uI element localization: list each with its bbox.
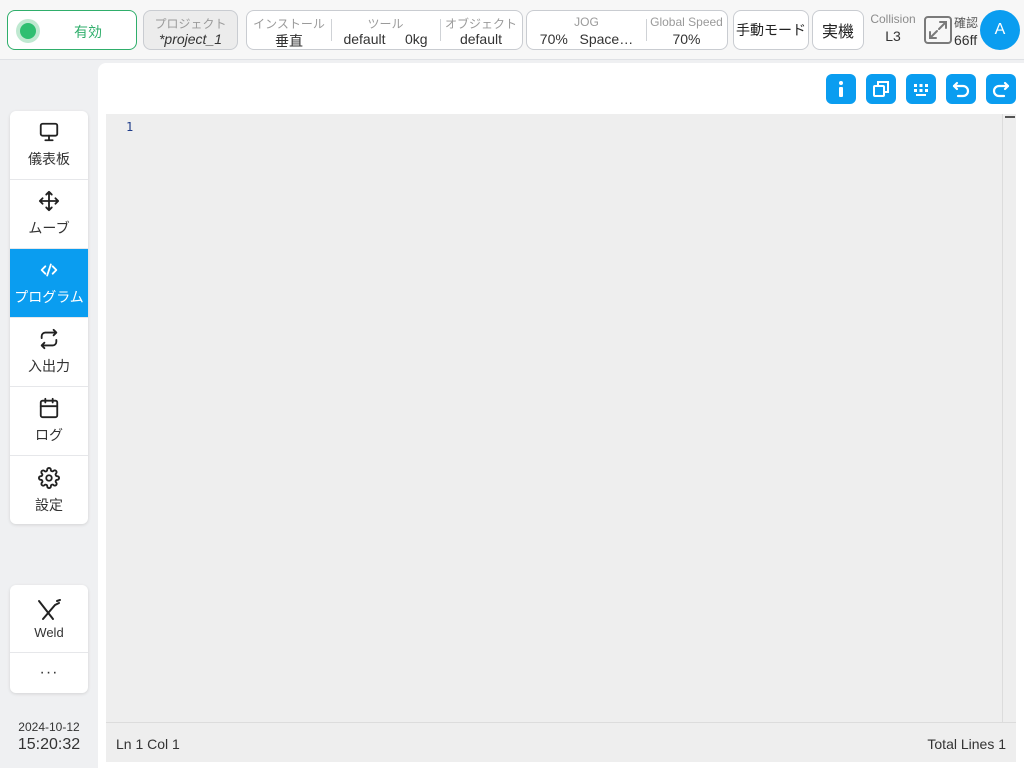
object-value: default xyxy=(459,31,503,47)
clock-time: 15:20:32 xyxy=(17,736,81,753)
info-button[interactable] xyxy=(826,74,856,104)
sidebar-item-log[interactable]: ログ xyxy=(10,387,88,456)
confirm-caption: 確認 xyxy=(954,16,979,30)
weld-label: Weld xyxy=(34,625,64,640)
vertical-scrollbar[interactable] xyxy=(1002,114,1016,722)
sidebar-item-program[interactable]: プログラム xyxy=(10,249,88,318)
collision-level[interactable]: Collision L3 xyxy=(867,12,919,44)
avatar[interactable]: A xyxy=(980,10,1020,50)
install-caption: インストール xyxy=(253,17,325,31)
move-arrows-icon xyxy=(38,190,60,212)
keyboard-button[interactable] xyxy=(906,74,936,104)
redo-icon xyxy=(992,81,1010,98)
sidebar-item-label: ログ xyxy=(35,427,63,443)
cursor-position: Ln 1 Col 1 xyxy=(116,736,180,752)
confirm-info: 確認 66ff xyxy=(954,14,978,48)
weld-torch-icon xyxy=(38,599,61,620)
tool-weight: 0kg xyxy=(404,31,428,47)
install-tool-object-group: インストール 垂直 ツール default 0kg オブジェクト default xyxy=(246,10,523,50)
system-clock: 2024-10-12 15:20:32 xyxy=(10,720,88,754)
editor-status-bar: Ln 1 Col 1 Total Lines 1 xyxy=(106,722,1016,762)
enable-label: 有効 xyxy=(74,24,102,40)
global-speed-value: 70% xyxy=(672,31,701,47)
undo-icon xyxy=(952,81,970,98)
jog-caption: JOG xyxy=(574,15,599,29)
collision-value: L3 xyxy=(885,28,901,44)
real-machine-button[interactable]: 実機 xyxy=(812,10,864,50)
object-caption: オブジェクト xyxy=(444,17,517,31)
install-selector[interactable]: インストール 垂直 xyxy=(247,11,331,49)
global-speed-selector[interactable]: Global Speed 70% xyxy=(646,11,727,49)
redo-button[interactable] xyxy=(986,74,1016,104)
fullscreen-icon[interactable] xyxy=(924,16,952,44)
copy-button[interactable] xyxy=(866,74,896,104)
tool-caption: ツール xyxy=(367,17,404,31)
tool-selector[interactable]: ツール default 0kg xyxy=(331,11,440,49)
top-bar: 有効 プロジェクト *project_1 インストール 垂直 ツール defau… xyxy=(0,0,1024,60)
sidebar-nav: 儀表板 ムーブ プログラム 入出力 ログ 設定 xyxy=(10,111,88,524)
copy-icon xyxy=(873,81,889,97)
more-button[interactable]: ··· xyxy=(10,653,88,693)
sidebar-item-label: 入出力 xyxy=(28,358,70,374)
program-editor-panel: 1 Ln 1 Col 1 Total Lines 1 xyxy=(98,63,1024,768)
sidebar-item-label: 設定 xyxy=(35,496,63,513)
info-icon xyxy=(839,81,843,97)
project-caption: プロジェクト xyxy=(154,17,227,31)
undo-button[interactable] xyxy=(946,74,976,104)
enable-status-indicator xyxy=(16,19,40,43)
plugin-panel: Weld ··· xyxy=(10,585,88,693)
manual-mode-button[interactable]: 手動モード xyxy=(733,10,809,50)
project-selector[interactable]: プロジェクト *project_1 xyxy=(143,10,238,50)
code-editor[interactable]: 1 xyxy=(106,114,1016,722)
code-icon xyxy=(40,263,58,277)
jog-speed: 70% xyxy=(539,31,568,47)
tool-value: default 0kg xyxy=(331,31,440,47)
object-selector[interactable]: オブジェクト default xyxy=(440,11,522,49)
jog-value: 70% Space… xyxy=(527,31,646,47)
sidebar-item-settings[interactable]: 設定 xyxy=(10,456,88,524)
sidebar-item-move[interactable]: ムーブ xyxy=(10,180,88,249)
jog-speed-group: JOG 70% Space… Global Speed 70% xyxy=(526,10,728,50)
tool-name: default xyxy=(343,31,386,47)
project-value: *project_1 xyxy=(158,31,223,47)
sidebar-item-label: ムーブ xyxy=(28,220,70,236)
total-lines: Total Lines 1 xyxy=(927,736,1006,752)
clock-date: 2024-10-12 xyxy=(18,720,80,734)
sidebar-item-dashboard[interactable]: 儀表板 xyxy=(10,111,88,180)
sidebar-item-io[interactable]: 入出力 xyxy=(10,318,88,387)
collision-caption: Collision xyxy=(870,12,916,26)
calendar-icon xyxy=(39,397,59,419)
gear-icon xyxy=(38,466,60,489)
monitor-icon xyxy=(39,122,59,142)
confirm-value: 66ff xyxy=(954,32,978,48)
keyboard-icon xyxy=(914,84,928,96)
global-speed-caption: Global Speed xyxy=(650,15,723,29)
jog-selector[interactable]: JOG 70% Space… xyxy=(527,11,646,49)
repeat-icon xyxy=(40,328,58,350)
jog-mode: Space… xyxy=(579,31,634,47)
enable-toggle[interactable]: 有効 xyxy=(7,10,137,50)
sidebar-item-label: 儀表板 xyxy=(28,151,70,167)
sidebar-item-label: プログラム xyxy=(14,289,84,305)
weld-button[interactable]: Weld xyxy=(10,585,88,653)
install-value: 垂直 xyxy=(275,33,303,49)
line-number: 1 xyxy=(126,120,134,134)
